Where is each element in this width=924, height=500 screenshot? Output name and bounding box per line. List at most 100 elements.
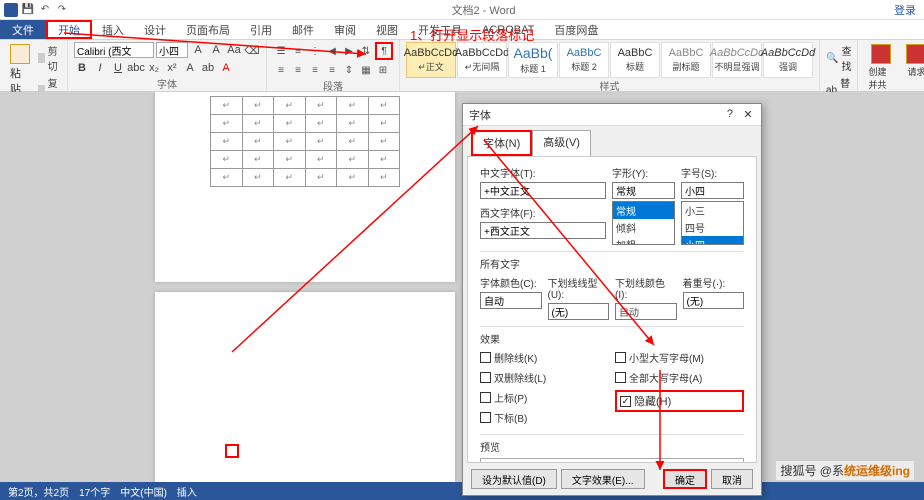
multilevel-button[interactable]: ⋮ (307, 43, 323, 59)
sort-button[interactable]: ⇅ (358, 43, 374, 59)
style-subtle-emphasis[interactable]: AaBbCcDd不明显强调 (712, 42, 762, 78)
status-page[interactable]: 第2页，共2页 (8, 484, 69, 499)
login-link[interactable]: 登录 (894, 2, 924, 18)
bold-button[interactable]: B (74, 60, 90, 76)
style-normal[interactable]: AaBbCcDd↵正文 (406, 42, 456, 78)
paste-button[interactable]: 粘贴 (6, 42, 34, 99)
style-list[interactable]: 常规 倾斜 加粗 (612, 201, 675, 245)
tab-mailings[interactable]: 邮件 (282, 20, 324, 39)
align-left[interactable]: ≡ (273, 62, 289, 78)
highlight-button[interactable]: ab (200, 60, 216, 76)
line-spacing[interactable]: ⇕ (341, 62, 357, 78)
text-effects-button[interactable]: 文字效果(E)... (561, 469, 645, 489)
underline-color-select (615, 303, 677, 320)
subscript-button[interactable]: x₂ (146, 60, 162, 76)
numbering-button[interactable]: ≡ (290, 43, 306, 59)
status-lang[interactable]: 中文(中国) (120, 484, 167, 499)
style-emphasis[interactable]: AaBbCcDd强调 (763, 42, 813, 78)
tab-home[interactable]: 开始 (46, 20, 92, 39)
dialog-tab-advanced[interactable]: 高级(V) (532, 130, 591, 156)
style-heading1[interactable]: AaBb(标题 1 (508, 42, 558, 78)
tab-layout[interactable]: 页面布局 (176, 20, 240, 39)
tab-insert[interactable]: 插入 (92, 20, 134, 39)
dialog-tab-font[interactable]: 字体(N) (471, 130, 532, 156)
cb-super[interactable]: 上标(P) (480, 390, 609, 405)
en-font-input[interactable] (480, 222, 606, 239)
underline-button[interactable]: U (110, 60, 126, 76)
font-dialog: 字体 ? ✕ 字体(N) 高级(V) 中文字体(T): 西文字体(F): 字形(… (462, 103, 762, 496)
underline-select[interactable] (548, 303, 610, 320)
style-input[interactable] (612, 182, 675, 199)
superscript-button[interactable]: x² (164, 60, 180, 76)
style-nospacing[interactable]: AaBbCcDd↵无间隔 (457, 42, 507, 78)
font-family-select[interactable] (74, 42, 154, 58)
qat-undo[interactable]: ↶ (38, 3, 52, 17)
find-button[interactable]: 🔍查找 (826, 42, 851, 74)
dialog-help[interactable]: ? (727, 108, 733, 122)
grow-font[interactable]: A (190, 42, 206, 58)
dialog-close[interactable]: ✕ (741, 108, 755, 122)
font-group-label: 字体 (74, 76, 260, 92)
justify[interactable]: ≡ (324, 62, 340, 78)
cancel-button[interactable]: 取消 (711, 469, 753, 489)
emphasis-select[interactable] (683, 292, 745, 309)
tab-view[interactable]: 视图 (366, 20, 408, 39)
style-heading2[interactable]: AaBbC标题 2 (559, 42, 609, 78)
status-input[interactable]: 插入 (177, 484, 197, 499)
page-2 (155, 292, 455, 482)
align-center[interactable]: ≡ (290, 62, 306, 78)
align-right[interactable]: ≡ (307, 62, 323, 78)
cn-font-input[interactable] (480, 182, 606, 199)
default-button[interactable]: 设为默认值(D) (471, 469, 557, 489)
font-color-button[interactable]: A (218, 60, 234, 76)
cb-sub[interactable]: 下标(B) (480, 410, 609, 425)
italic-button[interactable]: I (92, 60, 108, 76)
tab-baidu[interactable]: 百度网盘 (544, 20, 608, 39)
cb-allcaps[interactable]: 全部大写字母(A) (615, 370, 744, 385)
shrink-font[interactable]: A (208, 42, 224, 58)
bullets-button[interactable]: ☰ (273, 43, 289, 59)
tab-review[interactable]: 审阅 (324, 20, 366, 39)
tab-file[interactable]: 文件 (0, 20, 46, 39)
pdf-icon (871, 44, 891, 64)
ok-button[interactable]: 确定 (663, 469, 707, 489)
acrobat-request[interactable]: 请求 (902, 42, 924, 80)
strike-button[interactable]: abc (128, 60, 144, 76)
find-icon: 🔍 (826, 53, 838, 64)
word-app-icon (4, 3, 18, 17)
annotation-step1: 1、打开显示段落标记 (410, 25, 534, 44)
borders-button[interactable]: ⊞ (375, 62, 391, 78)
shading-button[interactable]: ▦ (358, 62, 374, 78)
text-effects[interactable]: A (182, 60, 198, 76)
cb-smallcaps[interactable]: 小型大写字母(M) (615, 350, 744, 365)
cb-dstrike[interactable]: 双删除线(L) (480, 370, 609, 385)
tab-references[interactable]: 引用 (240, 20, 282, 39)
size-list[interactable]: 小三 四号 小四 (681, 201, 744, 245)
watermark: 搜狐号 @系统运维级ing (776, 461, 914, 480)
show-hide-pilcrow-button[interactable]: ¶ (375, 42, 393, 60)
font-color-select[interactable] (480, 292, 542, 309)
qat-redo[interactable]: ↷ (55, 3, 69, 17)
status-words[interactable]: 17个字 (79, 484, 110, 499)
styles-gallery[interactable]: AaBbCcDd↵正文 AaBbCcDd↵无间隔 AaBb(标题 1 AaBbC… (406, 42, 813, 78)
change-case[interactable]: Aa (226, 42, 242, 58)
ribbon: 粘贴 剪切 复制 格式刷 剪贴板 A A Aa ⌫ B I U (0, 40, 924, 92)
qat-save[interactable]: 💾 (21, 3, 35, 17)
decrease-indent[interactable]: ◀ (324, 43, 340, 59)
sign-icon (906, 44, 924, 64)
clear-format[interactable]: ⌫ (244, 42, 260, 58)
style-subtitle[interactable]: AaBbC副标题 (661, 42, 711, 78)
cut-icon (38, 53, 45, 63)
paste-icon (10, 44, 30, 64)
paragraph-mark-selected (225, 444, 239, 458)
tab-design[interactable]: 设计 (134, 20, 176, 39)
size-input[interactable] (681, 182, 744, 199)
style-title[interactable]: AaBbC标题 (610, 42, 660, 78)
document-table[interactable]: ↵↵↵↵↵↵ ↵↵↵↵↵↵ ↵↵↵↵↵↵ ↵↵↵↵↵↵ ↵↵↵↵↵↵ (210, 96, 400, 187)
cb-strike[interactable]: 删除线(K) (480, 350, 609, 365)
cut-button[interactable]: 剪切 (38, 42, 61, 74)
cb-hidden[interactable]: 隐藏(H) (615, 390, 744, 412)
increase-indent[interactable]: ▶ (341, 43, 357, 59)
dialog-title: 字体 (469, 107, 491, 123)
font-size-select[interactable] (156, 42, 188, 58)
